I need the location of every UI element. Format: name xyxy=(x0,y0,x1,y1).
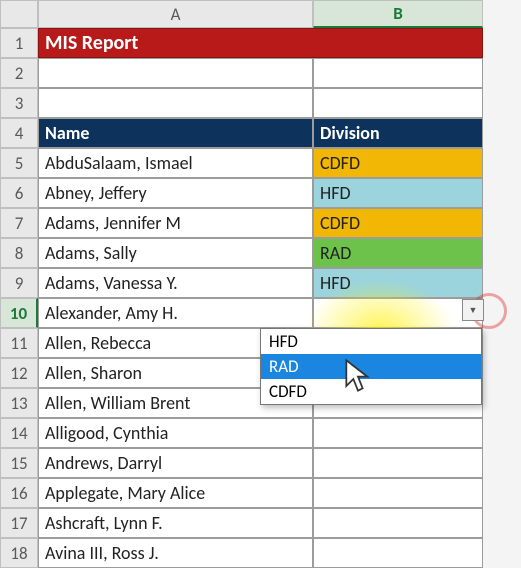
row-header[interactable]: 12 xyxy=(0,358,38,388)
cell-name[interactable] xyxy=(38,58,313,88)
cell-division[interactable] xyxy=(313,508,483,538)
cell-name[interactable]: Applegate, Mary Alice xyxy=(38,478,313,508)
row-header[interactable]: 14 xyxy=(0,418,38,448)
row-header[interactable]: 6 xyxy=(0,178,38,208)
row-header[interactable]: 1 xyxy=(0,28,38,58)
cell-division[interactable] xyxy=(313,58,483,88)
cell-name[interactable]: Ashcraft, Lynn F. xyxy=(38,508,313,538)
row-header[interactable]: 2 xyxy=(0,58,38,88)
report-title[interactable]: MIS Report xyxy=(38,28,483,58)
header-name[interactable]: Name xyxy=(38,118,313,148)
row-header[interactable]: 8 xyxy=(0,238,38,268)
cell-name[interactable]: Abney, Jeffery xyxy=(38,178,313,208)
cell-division[interactable]: CDFD xyxy=(313,208,483,238)
row-header[interactable]: 7 xyxy=(0,208,38,238)
dropdown-option[interactable]: HFD xyxy=(261,329,481,354)
cell-name[interactable]: Adams, Jennifer M xyxy=(38,208,313,238)
row-header[interactable]: 9 xyxy=(0,268,38,298)
cell-name[interactable]: Andrews, Darryl xyxy=(38,448,313,478)
cell-division[interactable]: HFD xyxy=(313,178,483,208)
row-header[interactable]: 10 xyxy=(0,298,38,328)
cell-division[interactable] xyxy=(313,418,483,448)
cell-division[interactable]: CDFD xyxy=(313,148,483,178)
cell-name[interactable]: AbduSalaam, Ismael xyxy=(38,148,313,178)
cell-name[interactable]: Alexander, Amy H. xyxy=(38,298,313,328)
row-header[interactable]: 3 xyxy=(0,88,38,118)
validation-dropdown[interactable]: HFDRADCDFD xyxy=(260,328,482,405)
dropdown-option[interactable]: CDFD xyxy=(261,379,481,404)
cell-name[interactable] xyxy=(38,88,313,118)
col-header-B[interactable]: B xyxy=(313,0,483,28)
header-division[interactable]: Division xyxy=(313,118,483,148)
cell-name[interactable]: Avina III, Ross J. xyxy=(38,538,313,568)
cell-division[interactable] xyxy=(313,478,483,508)
dropdown-option[interactable]: RAD xyxy=(261,354,481,379)
cell-division[interactable] xyxy=(313,448,483,478)
row-header[interactable]: 4 xyxy=(0,118,38,148)
cell-division[interactable] xyxy=(313,88,483,118)
col-header-A[interactable]: A xyxy=(38,0,313,28)
cell-name[interactable]: Alligood, Cynthia xyxy=(38,418,313,448)
row-header[interactable]: 17 xyxy=(0,508,38,538)
cell-division[interactable]: HFD xyxy=(313,268,483,298)
cell-division[interactable] xyxy=(313,298,483,328)
row-header[interactable]: 11 xyxy=(0,328,38,358)
dropdown-toggle[interactable]: ▼ xyxy=(462,299,484,321)
row-header[interactable]: 13 xyxy=(0,388,38,418)
row-header[interactable]: 18 xyxy=(0,538,38,568)
select-all-corner[interactable] xyxy=(0,0,38,28)
cell-division[interactable] xyxy=(313,538,483,568)
cell-name[interactable]: Adams, Vanessa Y. xyxy=(38,268,313,298)
row-header[interactable]: 5 xyxy=(0,148,38,178)
cell-division[interactable]: RAD xyxy=(313,238,483,268)
row-header[interactable]: 15 xyxy=(0,448,38,478)
row-header[interactable]: 16 xyxy=(0,478,38,508)
chevron-down-icon: ▼ xyxy=(469,305,478,316)
cell-name[interactable]: Adams, Sally xyxy=(38,238,313,268)
